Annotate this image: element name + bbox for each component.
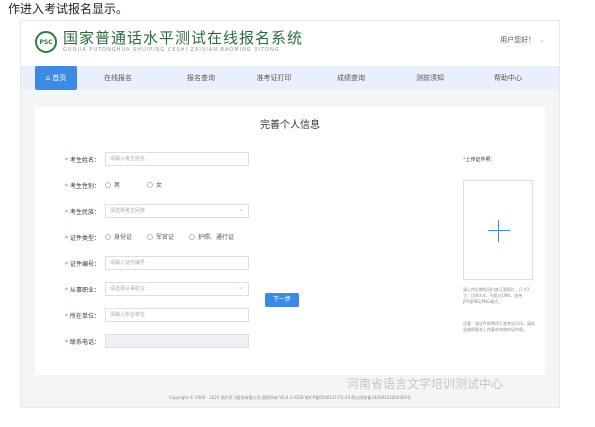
radio-icon [105,181,111,188]
site-subtitle: GUOJIA PUTONGHUA SHUIPING CESHI ZAIXIAN … [63,47,280,53]
nav-item-label: 首页 [52,74,67,82]
site-title: 国家普通话水平测试在线报名系统 [63,29,304,47]
greeting-text: 用户您好！ [500,36,536,44]
employer-label: * 所在单位： [65,313,101,320]
nav-item-home[interactable]: ⌂ 首页 [35,66,77,90]
nav-item-help-center[interactable]: 帮助中心 [483,66,533,90]
nav-item-online-registration[interactable]: 在线报名 [93,66,143,90]
next-step-button[interactable]: 下一步 [265,293,299,307]
browser-frame: PSC 国家普通话水平测试在线报名系统 GUOJIA PUTONGHUA SHU… [20,20,560,408]
name-input[interactable]: 请输入考生姓名 [105,152,249,166]
nav-item-score-query[interactable]: 成绩查询 [326,66,376,90]
watermark: 河南省语言文字培训测试中心 [347,377,504,391]
id-number-label: * 证件编号： [65,261,101,268]
id-type-radio-officer[interactable]: 军官证 [147,232,174,241]
nav-item-test-notice[interactable]: 测前须知 [405,66,455,90]
id-number-input[interactable]: 请输入证件编号 [105,256,249,270]
id-type-radio-passport[interactable]: 护照、通行证 [189,232,234,241]
gender-radio-male[interactable]: 男 [105,180,120,189]
radio-icon [147,181,153,188]
employer-input[interactable]: 请输入所在单位 [105,308,249,322]
occupation-select[interactable]: 请选择从事职业 [105,281,249,296]
radio-icon [105,233,111,240]
name-label: * 考生姓名： [65,157,101,164]
phone-input[interactable] [105,334,249,348]
upload-photo-label: *上传证件照： [463,157,496,163]
ethnicity-select[interactable]: 请选择考生民族 [105,203,249,218]
plus-icon [488,230,510,231]
nav-item-registration-query[interactable]: 报名查询 [176,66,226,90]
phone-label: * 联系电话： [65,339,101,346]
main-nav: ⌂ 首页 在线报名 报名查询 准考证打印 成绩查询 测前须知 帮助中心 [21,66,559,90]
gender-radio-female[interactable]: 女 [147,180,162,189]
psc-logo: PSC [35,31,57,53]
id-type-label: * 证件类型： [65,235,101,242]
radio-icon [147,233,153,240]
footer-copyright: Copyright © 2006 - 2023 湖大讯飞股份有限公司 版权所有 … [168,395,412,400]
home-icon: ⌂ [45,74,51,82]
form-title: 完善个人信息 [260,120,320,131]
site-header: PSC 国家普通话水平测试在线报名系统 GUOJIA PUTONGHUA SHU… [21,21,559,66]
chevron-down-icon: ⌄ [539,36,545,44]
upload-notice: 注意：该证件照将用于准考证打印，请务必按照要求上传真实有效的证件照。 [463,321,535,332]
id-type-radio-id-card[interactable]: 身份证 [105,232,132,241]
occupation-label: * 从事职业： [65,287,101,294]
ethnicity-label: * 考生民族： [65,209,101,216]
radio-icon [189,233,195,240]
user-menu[interactable]: 用户您好！ ⌄ [500,35,545,45]
nav-item-admission-ticket[interactable]: 准考证打印 [246,66,302,90]
gender-label: * 考生性别： [65,183,101,190]
caption-text: 作进入考试报名显示。 [8,2,129,16]
upload-tip: 请上传近期免冠白底正面照片，尺寸2寸，比例3:4，不超过1MB，支持JPG/JP… [463,287,530,304]
form-panel: 完善个人信息 * 考生姓名： 请输入考生姓名 * 考生性别： 男 女 * 考生民族： … [35,107,545,375]
upload-photo-box[interactable] [463,180,533,280]
plus-icon-vertical [498,220,499,242]
